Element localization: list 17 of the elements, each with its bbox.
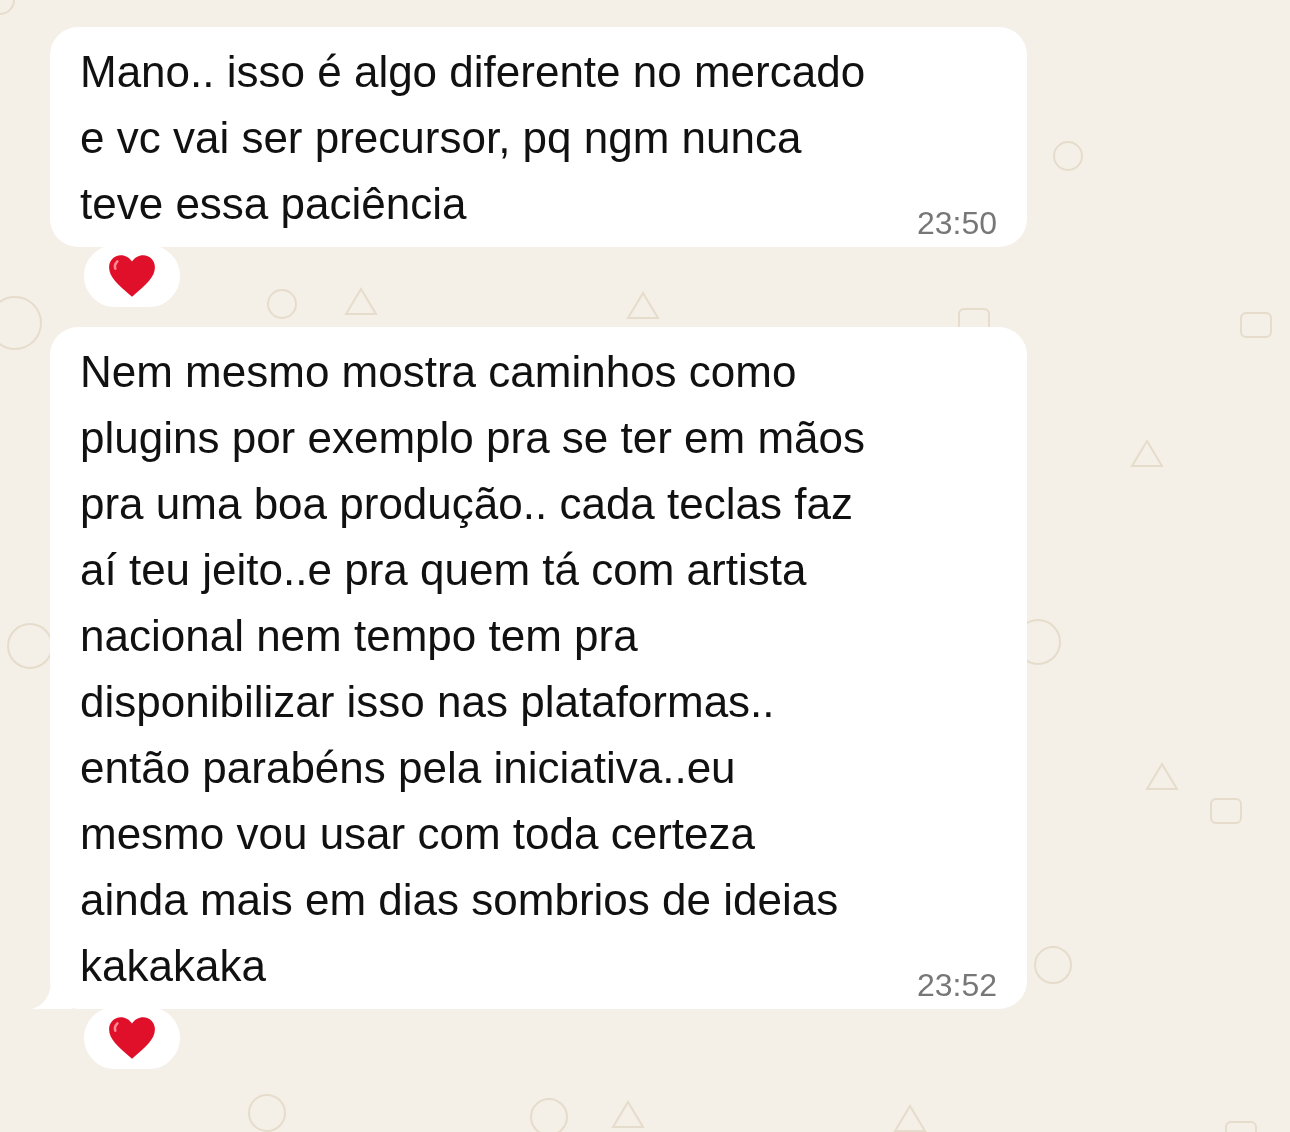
heart-icon xyxy=(107,1015,157,1061)
message-time: 23:52 xyxy=(916,966,997,1005)
message-text: kakakaka xyxy=(80,940,266,992)
message-text: pra uma boa produção.. cada teclas faz xyxy=(80,478,854,530)
message-time: 23:50 xyxy=(916,204,997,243)
message-text: aí teu jeito..e pra quem tá com artista xyxy=(80,544,808,596)
message-text: mesmo vou usar com toda certeza xyxy=(80,808,756,860)
message-text: Nem mesmo mostra caminhos como xyxy=(80,346,798,398)
message-text: e vc vai ser precursor, pq ngm nunca xyxy=(80,112,803,164)
message-text: Mano.. isso é algo diferente no mercado xyxy=(80,46,867,98)
heart-icon xyxy=(107,253,157,299)
message-text: teve essa paciência xyxy=(80,178,467,230)
message-text: plugins por exemplo pra se ter em mãos xyxy=(80,412,867,464)
message-text: disponibilizar isso nas plataformas.. xyxy=(80,676,776,728)
message-text: ainda mais em dias sombrios de ideias xyxy=(80,874,840,926)
message-text: nacional nem tempo tem pra xyxy=(80,610,639,662)
message-text: então parabéns pela iniciativa..eu xyxy=(80,742,737,794)
